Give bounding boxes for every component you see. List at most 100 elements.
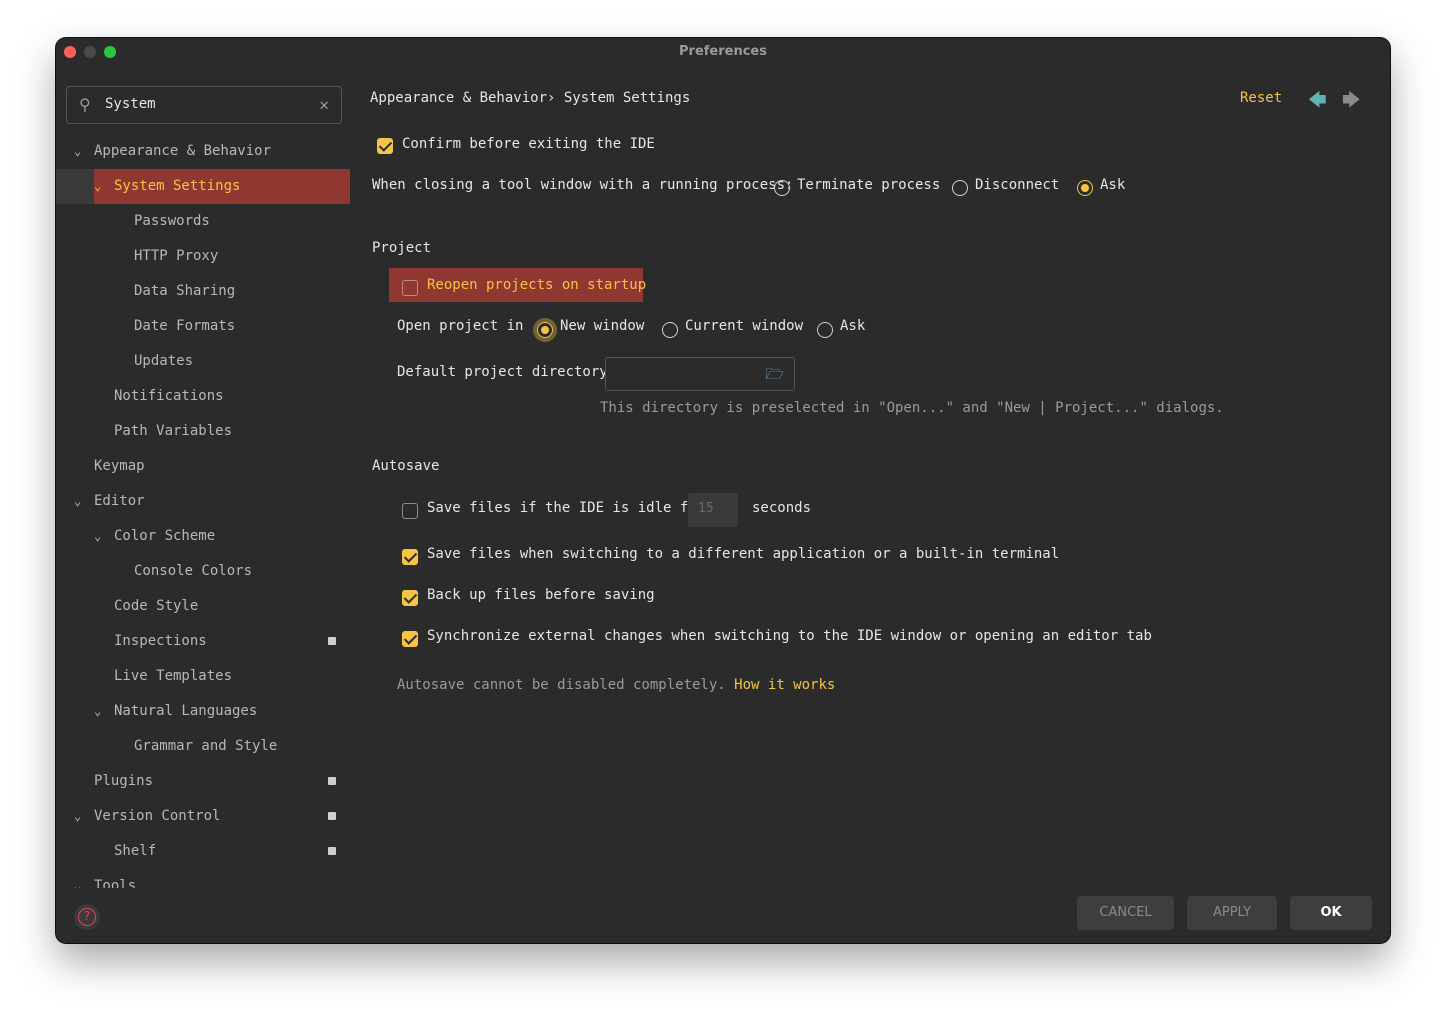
- reopen-projects-checkbox[interactable]: [402, 280, 418, 296]
- tree-item-tools[interactable]: ⌄ Tools: [56, 869, 350, 888]
- chevron-down-icon[interactable]: ⌄: [74, 134, 81, 169]
- sync-external-checkbox[interactable]: [402, 631, 418, 647]
- idle-seconds-input[interactable]: 15: [688, 493, 738, 527]
- save-idle-label: Save files if the IDE is idle for: [427, 500, 706, 516]
- tree-item-label: Plugins: [94, 773, 154, 789]
- default-dir-input[interactable]: 🗁: [605, 357, 795, 391]
- ask-open-radio[interactable]: [817, 322, 833, 338]
- reopen-projects-label: Reopen projects on startup: [427, 277, 647, 293]
- tree-item-version-control[interactable]: ⌄ Version Control: [56, 799, 350, 834]
- tree-item-data-sharing[interactable]: Data Sharing: [56, 274, 350, 309]
- tree-item-color-scheme[interactable]: ⌄ Color Scheme: [56, 519, 350, 554]
- tree-item-code-style[interactable]: Code Style: [56, 589, 350, 624]
- breadcrumb: Appearance & Behavior› System Settings: [370, 90, 691, 106]
- tree-item-live-templates[interactable]: Live Templates: [56, 659, 350, 694]
- tree-item-label: Passwords: [134, 213, 210, 229]
- tree-item-keymap[interactable]: Keymap: [56, 449, 350, 484]
- chevron-down-icon[interactable]: ⌄: [74, 484, 81, 519]
- tree-item-appearance-behavior[interactable]: ⌄ Appearance & Behavior: [56, 134, 350, 169]
- search-field[interactable]: ⚲ System ✕: [66, 86, 342, 124]
- chevron-down-icon[interactable]: ⌄: [94, 519, 101, 554]
- current-window-radio[interactable]: [662, 322, 678, 338]
- ask-close-radio[interactable]: [1077, 180, 1093, 196]
- tree-item-plugins[interactable]: Plugins: [56, 764, 350, 799]
- tree-item-passwords[interactable]: Passwords: [56, 204, 350, 239]
- sync-external-label: Synchronize external changes when switch…: [427, 628, 1152, 644]
- tree-item-label: Shelf: [114, 843, 157, 859]
- folder-icon[interactable]: 🗁: [765, 364, 784, 389]
- tree-item-http-proxy[interactable]: HTTP Proxy: [56, 239, 350, 274]
- apply-button[interactable]: APPLY: [1187, 896, 1277, 930]
- backup-files-checkbox[interactable]: [402, 590, 418, 606]
- maximize-window-button[interactable]: [104, 46, 116, 58]
- tree-item-natural-languages[interactable]: ⌄ Natural Languages: [56, 694, 350, 729]
- settings-content: Appearance & Behavior› System Settings R…: [350, 78, 1390, 878]
- settings-tree: ⌄ Appearance & Behavior ⌄ System Setting…: [56, 134, 350, 888]
- tree-item-label: Data Sharing: [134, 283, 236, 299]
- new-window-radio[interactable]: [537, 322, 553, 338]
- reset-link[interactable]: Reset: [1240, 90, 1282, 106]
- tree-item-updates[interactable]: Updates: [56, 344, 350, 379]
- chevron-down-icon[interactable]: ⌄: [94, 169, 101, 204]
- terminate-process-radio[interactable]: [774, 180, 790, 196]
- close-window-button[interactable]: [64, 46, 76, 58]
- project-level-icon: [328, 777, 336, 785]
- how-it-works-link[interactable]: How it works: [734, 677, 835, 693]
- tree-item-label: Live Templates: [114, 668, 233, 684]
- tree-item-shelf[interactable]: Shelf: [56, 834, 350, 869]
- disconnect-label: Disconnect: [975, 177, 1060, 193]
- project-level-icon: [328, 847, 336, 855]
- tree-item-label: Updates: [134, 353, 194, 369]
- clear-search-icon[interactable]: ✕: [319, 95, 329, 114]
- tree-item-label: Date Formats: [134, 318, 236, 334]
- help-icon: ?: [78, 908, 96, 926]
- confirm-exit-label: Confirm before exiting the IDE: [402, 136, 655, 152]
- chevron-down-icon[interactable]: ⌄: [74, 799, 81, 834]
- search-input[interactable]: System: [105, 96, 156, 112]
- forward-arrow-icon[interactable]: 🡆: [1342, 88, 1361, 118]
- tree-item-grammar-style[interactable]: Grammar and Style: [56, 729, 350, 764]
- preferences-window: Preferences ⚲ System ✕ ⌄ Appearance & Be…: [56, 38, 1390, 943]
- tree-item-label: Editor: [94, 493, 145, 509]
- seconds-label: seconds: [752, 500, 812, 516]
- backup-files-label: Back up files before saving: [427, 587, 655, 603]
- ask-open-label: Ask: [840, 318, 866, 334]
- tree-item-label: System Settings: [114, 178, 241, 194]
- disconnect-radio[interactable]: [952, 180, 968, 196]
- tree-item-system-settings[interactable]: ⌄ System Settings: [56, 169, 350, 204]
- tree-item-label: Version Control: [94, 808, 221, 824]
- cancel-button[interactable]: CANCEL: [1077, 896, 1174, 930]
- tree-item-label: Tools: [94, 878, 137, 888]
- tree-item-label: Notifications: [114, 388, 224, 404]
- chevron-down-icon[interactable]: ⌄: [74, 869, 81, 888]
- tree-item-label: Grammar and Style: [134, 738, 278, 754]
- confirm-exit-checkbox[interactable]: [377, 138, 393, 154]
- back-arrow-icon[interactable]: 🡄: [1308, 88, 1327, 118]
- idle-seconds-value: 15: [698, 501, 714, 516]
- project-level-icon: [328, 812, 336, 820]
- tree-item-console-colors[interactable]: Console Colors: [56, 554, 350, 589]
- save-switch-app-checkbox[interactable]: [402, 549, 418, 565]
- save-idle-checkbox[interactable]: [402, 503, 418, 519]
- closing-process-label: When closing a tool window with a runnin…: [372, 177, 794, 193]
- current-window-label: Current window: [685, 318, 804, 334]
- tree-item-label: Code Style: [114, 598, 199, 614]
- tree-item-label: HTTP Proxy: [134, 248, 219, 264]
- ask-close-label: Ask: [1100, 177, 1126, 193]
- window-title: Preferences: [679, 44, 767, 59]
- tree-item-notifications[interactable]: Notifications: [56, 379, 350, 414]
- tree-item-inspections[interactable]: Inspections: [56, 624, 350, 659]
- tree-item-date-formats[interactable]: Date Formats: [56, 309, 350, 344]
- tree-item-editor[interactable]: ⌄ Editor: [56, 484, 350, 519]
- ok-button[interactable]: OK: [1290, 896, 1372, 930]
- minimize-window-button[interactable]: [84, 46, 96, 58]
- chevron-down-icon[interactable]: ⌄: [94, 694, 101, 729]
- tree-item-path-variables[interactable]: Path Variables: [56, 414, 350, 449]
- new-window-label: New window: [560, 318, 645, 334]
- tree-item-label: Color Scheme: [114, 528, 216, 544]
- search-icon: ⚲: [79, 95, 91, 114]
- default-dir-label: Default project directory:: [397, 364, 617, 380]
- tree-item-label: Inspections: [114, 633, 207, 649]
- help-button[interactable]: ?: [74, 904, 100, 930]
- tree-item-label: Appearance & Behavior: [94, 143, 272, 159]
